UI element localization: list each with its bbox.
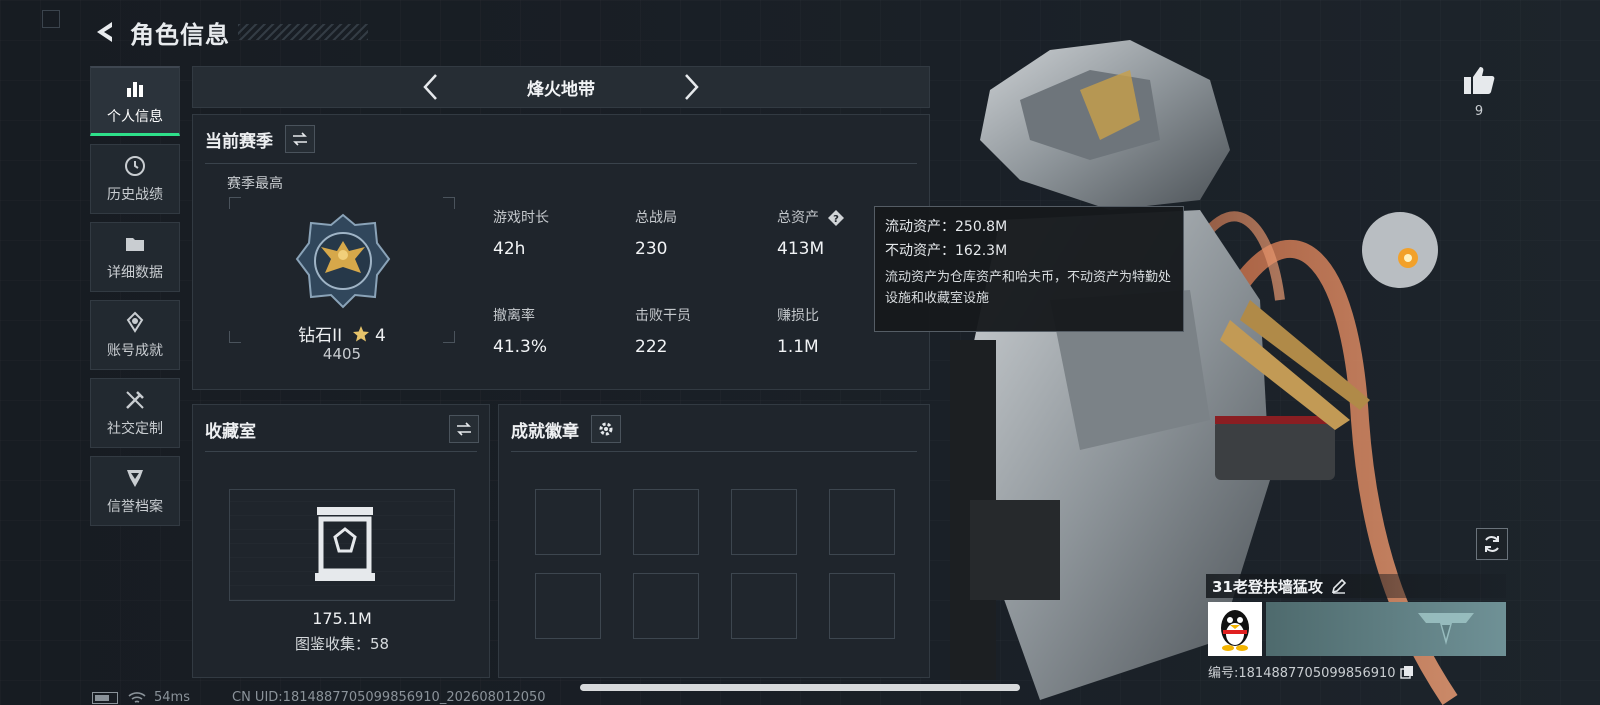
corner-decoration: [42, 10, 60, 28]
badge-slot[interactable]: [829, 489, 895, 555]
sidebar-item-history[interactable]: 历史战绩: [90, 144, 180, 214]
season-best-label: 赛季最高: [227, 176, 283, 192]
collection-switch-button[interactable]: [449, 415, 479, 443]
tooltip-description: 流动资产为仓库资产和哈夫币，不动资产为特勤处设施和收藏室设施: [885, 270, 1172, 306]
like-count: 9: [1474, 104, 1484, 119]
collection-count: 图鉴收集：58: [294, 635, 390, 653]
badge-slot[interactable]: [535, 489, 601, 555]
tooltip-fixed-assets: 不动资产：162.3M: [885, 242, 1008, 259]
mode-tabbar: 烽火地带: [192, 66, 930, 108]
svg-text:?: ?: [834, 214, 840, 225]
collection-panel: 收藏室 175.1M 图鉴收集：58: [192, 404, 490, 678]
stat-total-assets: 总资产 ? 413M: [777, 207, 845, 259]
copy-icon[interactable]: [1399, 665, 1414, 679]
stat-play-time: 游戏时长 42h: [493, 210, 549, 259]
sidebar-item-label: 信誉档案: [107, 499, 163, 515]
shield-icon: [127, 470, 143, 487]
rank-badge-icon: [295, 213, 391, 309]
sidebar-item-credit[interactable]: 信誉档案: [90, 456, 180, 526]
home-indicator[interactable]: [580, 684, 1020, 691]
edit-icon[interactable]: [1331, 578, 1347, 594]
sidebar-item-social[interactable]: 社交定制: [90, 378, 180, 448]
player-name: 31老登扶墙猛攻: [1212, 577, 1323, 596]
cn-uid: CN UID:1814887705099856910_202608012050: [232, 690, 546, 705]
prev-mode-button[interactable]: [419, 71, 441, 103]
badge-slot[interactable]: [731, 489, 797, 555]
character-figure: [950, 40, 1458, 705]
stat-kills: 击败干员 222: [635, 308, 691, 357]
collection-value: 175.1M: [312, 609, 372, 628]
tooltip-liquid-assets: 流动资产：250.8M: [885, 219, 1008, 235]
divider: [205, 451, 477, 452]
collection-header: 收藏室: [205, 415, 479, 443]
badge-slot[interactable]: [535, 573, 601, 639]
achievements-header: 成就徽章: [511, 415, 621, 443]
player-uid: 编号:1814887705099856910: [1208, 662, 1414, 681]
achievements-settings-button[interactable]: [591, 415, 621, 443]
medal-icon: [126, 311, 144, 333]
sidebar-item-achievements[interactable]: 账号成就: [90, 300, 180, 370]
swap-icon: [293, 132, 307, 146]
badge-slot[interactable]: [633, 489, 699, 555]
switch-season-button[interactable]: [285, 125, 315, 153]
rank-name: 钻石II 4: [298, 326, 386, 346]
sidebar-item-label: 社交定制: [107, 421, 163, 437]
sidebar-item-detail-data[interactable]: 详细数据: [90, 222, 180, 292]
swap-icon: [457, 422, 471, 436]
title-decoration: [238, 24, 368, 40]
badge-slot[interactable]: [829, 573, 895, 639]
collection-room-icon[interactable]: [313, 505, 377, 583]
star-icon: [352, 326, 369, 342]
divider: [205, 163, 917, 164]
clock-icon: [125, 156, 145, 176]
season-panel-header: 当前赛季: [205, 125, 315, 153]
tools-icon: [126, 391, 144, 409]
stat-total-matches: 总战局 230: [635, 210, 677, 259]
refresh-icon: [1485, 536, 1499, 552]
page-title: 角色信息: [130, 20, 230, 49]
bar-chart-icon: [127, 81, 143, 97]
help-icon[interactable]: ?: [827, 209, 845, 227]
stat-profit-ratio: 赚损比 1.1M: [777, 308, 819, 357]
achievements-title: 成就徽章: [511, 421, 579, 442]
sidebar: 个人信息 历史战绩 详细数据 账号成就 社交定制 信誉档案: [90, 66, 180, 534]
sidebar-item-personal-info[interactable]: 个人信息: [90, 66, 180, 136]
collection-title: 收藏室: [205, 421, 256, 442]
battery-icon: [92, 691, 118, 704]
assets-tooltip: 流动资产：250.8M 不动资产：162.3M 流动资产为仓库资产和哈夫币，不动…: [874, 206, 1184, 332]
sidebar-item-label: 账号成就: [107, 343, 163, 359]
badge-slot[interactable]: [633, 573, 699, 639]
next-mode-button[interactable]: [681, 71, 703, 103]
avatar[interactable]: [1208, 602, 1262, 656]
ping: 54ms: [154, 690, 190, 705]
header: 角色信息: [92, 14, 368, 50]
stat-extraction-rate: 撤离率 41.3%: [493, 308, 548, 357]
folder-icon: [126, 238, 144, 251]
chevron-right-icon: [685, 74, 699, 100]
rotate-model-button[interactable]: [1476, 528, 1508, 560]
thumbs-up-icon[interactable]: [1462, 64, 1496, 96]
penguin-avatar-icon: [1221, 610, 1249, 651]
season-panel: 当前赛季 赛季最高 钻石II 4 4405 游戏时长 42h 总战局 230 总…: [192, 114, 930, 390]
sidebar-item-label: 历史战绩: [107, 187, 163, 203]
divider: [511, 451, 917, 452]
chevron-left-icon: [423, 74, 437, 100]
current-mode: 烽火地带: [527, 79, 595, 100]
rank-score: 4405: [322, 345, 362, 363]
sidebar-item-label: 详细数据: [107, 265, 163, 281]
gear-icon: [599, 422, 613, 436]
character-model[interactable]: [930, 0, 1600, 705]
emblem-icon: [1418, 613, 1474, 645]
wifi-icon: [128, 691, 146, 703]
sidebar-item-label: 个人信息: [107, 108, 163, 125]
status-bar: 54ms: [92, 690, 190, 705]
back-arrow-icon[interactable]: [92, 19, 118, 45]
season-title: 当前赛季: [205, 131, 273, 152]
achievements-panel: 成就徽章: [498, 404, 930, 678]
name-card[interactable]: [1266, 602, 1506, 656]
badge-slot[interactable]: [731, 573, 797, 639]
player-name-bar: 31老登扶墙猛攻: [1206, 574, 1506, 598]
